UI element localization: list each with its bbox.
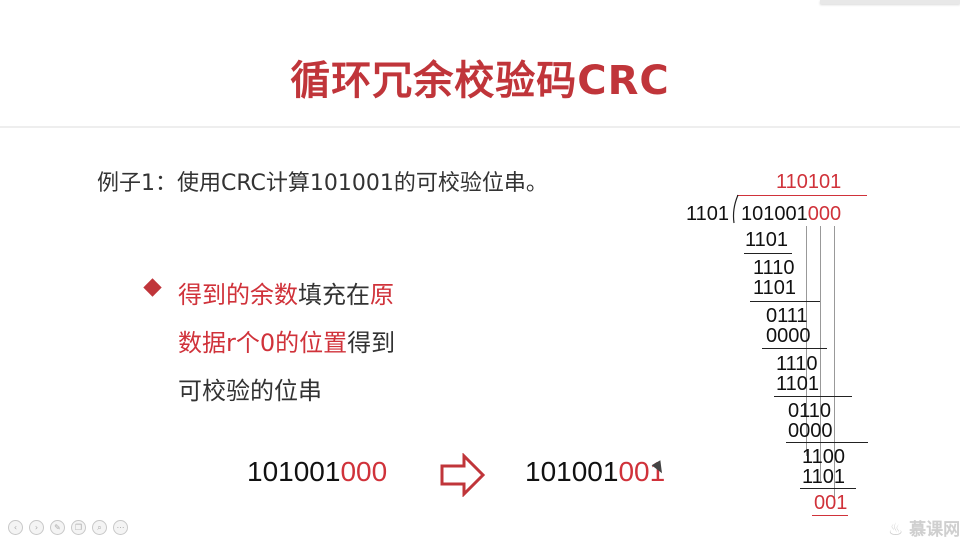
step-partial: 1100 [802, 446, 846, 468]
dividend: 101001000 [741, 204, 841, 224]
step-sub: 1101 [802, 466, 846, 488]
pen-icon[interactable]: ✎ [50, 520, 65, 535]
title-divider [0, 126, 960, 128]
step-sub: 0000 [766, 325, 811, 347]
bullet-highlight: 得到的余数 [178, 281, 298, 309]
step-sub: 1101 [776, 373, 820, 395]
divisor: 1101 [686, 203, 730, 225]
step-sub: 1101 [745, 229, 789, 251]
step-partial: 0111 [766, 305, 808, 327]
result-bits: 101001001 [525, 456, 665, 488]
original-bits: 101001000 [247, 456, 387, 488]
remainder: 001 [814, 492, 848, 514]
next-icon[interactable]: › [29, 520, 44, 535]
padding-bits: 000 [340, 456, 388, 487]
bullet-line-3: 可校验的位串 [178, 377, 322, 405]
flame-icon: ♨ [888, 520, 904, 540]
example-text: 例子1：使用CRC计算101001的可校验位串。 [97, 171, 548, 196]
bullet-line-1: 得到的余数填充在原 [178, 275, 394, 310]
step-sub: 1101 [753, 277, 797, 299]
step-rule [774, 396, 852, 397]
bullet-line-2: 数据r个0的位置得到 [178, 323, 395, 358]
copy-icon[interactable]: ❐ [71, 520, 86, 535]
dividend-padding: 000 [807, 203, 842, 225]
right-arrow-icon [440, 453, 486, 497]
dividend-data: 101001 [741, 203, 808, 225]
bullet-highlight: 原 [370, 281, 394, 309]
quotient: 110101 [776, 171, 842, 193]
data-bits: 101001 [247, 456, 341, 487]
window-top-bar [820, 0, 960, 4]
step-partial: 1110 [776, 353, 818, 375]
step-rule [800, 488, 856, 489]
step-sub: 0000 [788, 420, 833, 442]
bullet-text: 得到 [347, 329, 396, 357]
brand-name: 慕课网 [909, 520, 960, 540]
slide-title: 循环冗余校验码CRC [290, 58, 670, 104]
prev-icon[interactable]: ‹ [8, 520, 23, 535]
step-partial: 0110 [788, 400, 832, 422]
slide: 循环冗余校验码CRC 例子1：使用CRC计算101001的可校验位串。 得到的余… [0, 0, 960, 540]
step-rule [750, 301, 820, 302]
brand-logo: ♨ 慕课网 [888, 515, 960, 540]
bullet-diamond-icon [143, 278, 162, 297]
more-icon[interactable]: ⋯ [113, 520, 128, 535]
bullet-highlight: 数据r个0的位置 [178, 329, 348, 357]
quotient-bar [737, 195, 867, 196]
step-rule [786, 442, 868, 443]
remainder-underline [812, 515, 848, 516]
player-controls: ‹ › ✎ ❐ ⌕ ⋯ [8, 520, 128, 538]
zoom-icon[interactable]: ⌕ [92, 520, 107, 535]
bullet-text: 填充在 [298, 281, 370, 309]
data-bits: 101001 [525, 456, 619, 487]
division-bracket [732, 194, 739, 224]
step-partial: 1110 [753, 257, 795, 279]
step-rule [744, 253, 792, 254]
step-rule [762, 348, 827, 349]
